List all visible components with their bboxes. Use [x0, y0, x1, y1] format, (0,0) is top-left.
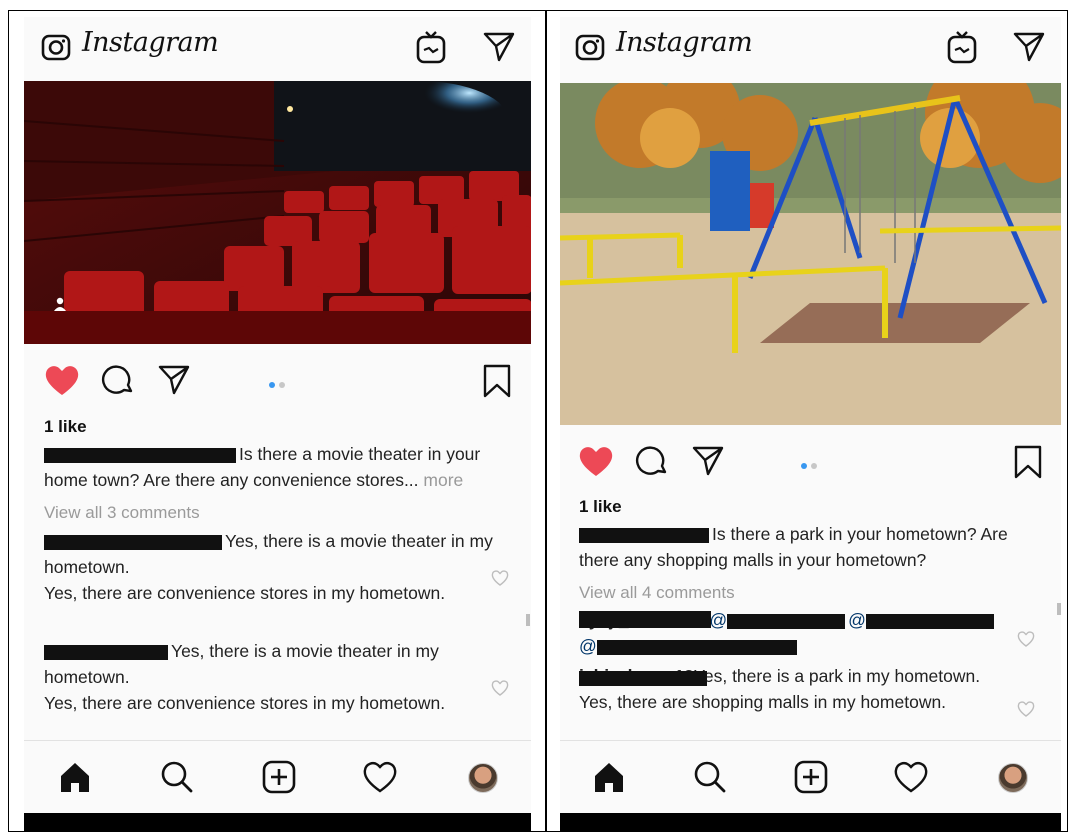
carousel-dots: [801, 456, 821, 474]
right-phone-screen: Instagram 1 like Is there a park in your…: [560, 17, 1061, 831]
like-count[interactable]: 1 like: [579, 497, 622, 517]
redacted-mention: [865, 613, 994, 629]
bottom-navigation: [24, 740, 531, 813]
top-bar: Instagram: [560, 17, 1061, 81]
post-caption: Is there a park in your hometown? Are th…: [579, 521, 1041, 573]
caption-more-link[interactable]: more: [423, 470, 463, 490]
heart-icon[interactable]: [44, 363, 80, 397]
mention-link[interactable]: @: [579, 636, 597, 656]
scrollbar[interactable]: [526, 614, 530, 626]
comment-item: Yes, there is a movie theater in my home…: [44, 638, 509, 716]
direct-message-icon[interactable]: [1012, 29, 1046, 63]
mention-link[interactable]: @: [709, 610, 727, 630]
comment-text-line2: Yes, there are convenience stores in my …: [44, 693, 446, 713]
post-caption: Is there a movie theater in your home to…: [44, 441, 509, 493]
app-logo: Instagram: [616, 27, 753, 58]
add-post-icon[interactable]: [261, 759, 297, 795]
home-icon[interactable]: [57, 759, 93, 795]
left-screenshot-frame: Instagram 1 like Is there a movie theate…: [8, 10, 546, 832]
bottom-navigation: [560, 740, 1061, 813]
comment-item: Yes, there is a movie theater in my home…: [44, 528, 509, 606]
post-photo-playground[interactable]: [560, 83, 1061, 425]
comment-icon[interactable]: [101, 363, 135, 397]
comment-like-icon[interactable]: [491, 569, 509, 587]
igtv-icon[interactable]: [946, 29, 978, 65]
camera-icon[interactable]: [574, 31, 606, 63]
camera-icon[interactable]: [40, 31, 72, 63]
left-phone-screen: Instagram 1 like Is there a movie theate…: [24, 17, 531, 831]
right-screenshot-frame: Instagram 1 like Is there a park in your…: [546, 10, 1068, 832]
redacted-mention: [727, 613, 846, 629]
search-icon[interactable]: [692, 759, 728, 795]
app-logo: Instagram: [82, 27, 219, 58]
redacted-username: [44, 447, 236, 463]
comment-icon[interactable]: [635, 444, 669, 478]
activity-heart-icon[interactable]: [362, 759, 398, 795]
post-photo-movie-theater[interactable]: [24, 81, 531, 344]
comment-like-icon[interactable]: [1017, 630, 1035, 648]
redacted-mention: [596, 639, 797, 655]
comment-text-line2: Yes, there are shopping malls in my home…: [579, 692, 947, 712]
comment-like-icon[interactable]: [491, 679, 509, 697]
profile-avatar[interactable]: [998, 763, 1028, 793]
redaction-bar: [579, 671, 707, 686]
like-count[interactable]: 1 like: [44, 417, 87, 437]
user-tag-icon[interactable]: [52, 296, 68, 312]
system-bar: [24, 813, 531, 831]
scrollbar[interactable]: [1057, 603, 1061, 615]
comment-text: Yes, there is a park in my hometown.: [693, 666, 981, 686]
comment-like-icon[interactable]: [1017, 700, 1035, 718]
direct-message-icon[interactable]: [482, 29, 516, 63]
comment-text-line2: Yes, there are convenience stores in my …: [44, 583, 446, 603]
post-actions: [24, 353, 531, 409]
view-all-comments[interactable]: View all 3 comments: [44, 503, 200, 523]
add-post-icon[interactable]: [793, 759, 829, 795]
redacted-username: [44, 534, 222, 550]
redacted-username: [579, 527, 709, 543]
redacted-username: [44, 644, 168, 660]
bookmark-icon[interactable]: [482, 363, 512, 399]
mention-link[interactable]: @: [848, 610, 866, 630]
igtv-icon[interactable]: [415, 29, 447, 65]
heart-icon[interactable]: [578, 444, 614, 478]
search-icon[interactable]: [159, 759, 195, 795]
post-actions: [560, 434, 1061, 490]
system-bar: [560, 813, 1061, 831]
view-all-comments[interactable]: View all 4 comments: [579, 583, 735, 603]
share-icon[interactable]: [157, 363, 191, 397]
top-bar: Instagram: [24, 17, 531, 81]
home-icon[interactable]: [591, 759, 627, 795]
carousel-dots: [269, 375, 289, 393]
profile-avatar[interactable]: [468, 763, 498, 793]
share-icon[interactable]: [691, 444, 725, 478]
redaction-bar: [579, 611, 711, 628]
activity-heart-icon[interactable]: [893, 759, 929, 795]
bookmark-icon[interactable]: [1013, 444, 1043, 480]
